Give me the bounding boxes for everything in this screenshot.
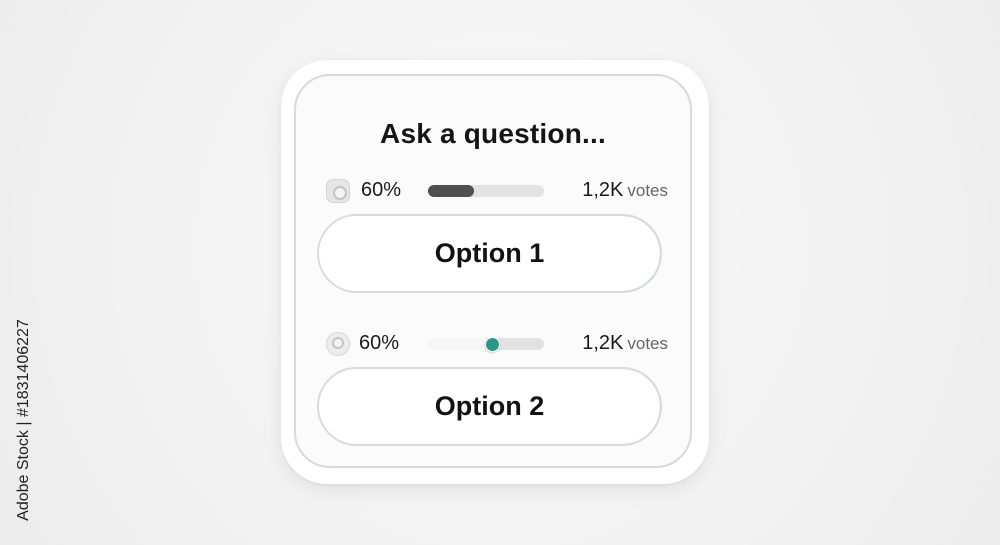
option-2-percent: 60% xyxy=(359,332,400,354)
stock-id-text: Adobe Stock | #1831406227 xyxy=(15,319,32,521)
stage: Ask a question... 60% 1,2K votes Option 1… xyxy=(0,0,1000,545)
stock-id-watermark: Adobe Stock | #1831406227 xyxy=(4,300,44,540)
option-1-button[interactable]: Option 1 xyxy=(317,214,662,293)
option-2-slider-knob[interactable] xyxy=(485,337,500,352)
option-1-votes-count: 1,2K xyxy=(582,179,624,201)
option-2-votes-count: 1,2K xyxy=(582,332,624,354)
user-avatar-icon xyxy=(326,179,350,203)
option-1-percent: 60% xyxy=(361,179,402,201)
option-1-label: Option 1 xyxy=(434,238,545,268)
poll-title: Ask a question... xyxy=(380,118,606,149)
option-1-progress-fill xyxy=(428,185,474,197)
option-1-votes: 1,2K votes xyxy=(582,179,668,202)
option-2-progress-track xyxy=(428,337,544,352)
option-1-progress-track xyxy=(428,185,544,197)
option-2-button[interactable]: Option 2 xyxy=(317,367,662,446)
option-2-votes: 1,2K votes xyxy=(582,332,668,355)
option-2-stats-row: 60% 1,2K votes xyxy=(326,330,668,358)
user-avatar-icon xyxy=(326,332,350,356)
option-1-stats-row: 60% 1,2K votes xyxy=(326,177,668,205)
option-2-label: Option 2 xyxy=(434,391,545,421)
option-2-votes-word: votes xyxy=(627,334,668,353)
option-1-votes-word: votes xyxy=(627,181,668,200)
